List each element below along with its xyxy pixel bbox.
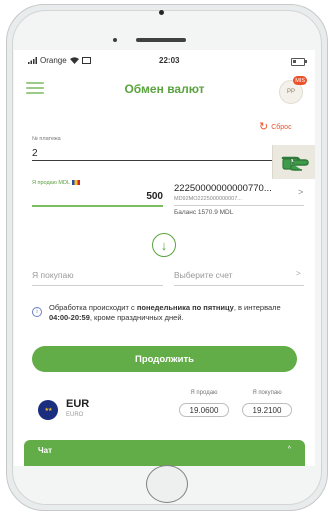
chat-panel-toggle[interactable]: Чат ^ [24,440,305,466]
carrier-name: Orange [40,56,67,65]
sell-currency-label: Я продаю MDL [32,180,81,186]
account-balance: Баланс 1570.9 MDL [174,209,234,216]
currency-code: EUR [66,398,90,410]
earpiece-speaker [136,38,186,42]
pointing-hand-icon [281,156,309,171]
pointing-hand-button[interactable] [272,145,315,179]
reset-label: Сброс [271,124,292,131]
source-account-number[interactable]: 22250000000000770... [174,183,294,194]
source-account-underline [174,205,304,206]
chevron-up-icon: ^ [287,446,291,453]
app-header: Обмен валют PP MIS [14,72,315,106]
continue-button[interactable]: Продолжить [32,346,297,372]
processing-info-text: Обработка происходит с понедельника по п… [49,303,281,322]
battery-level [293,60,296,63]
home-button[interactable] [146,465,188,503]
avatar-initials: PP [286,89,295,95]
chat-label: Чат [38,446,52,455]
refresh-icon: ↻ [259,121,269,133]
chevron-right-icon[interactable]: > [298,187,303,197]
currency-name: EURO [66,412,84,418]
swap-button[interactable]: ↓ [152,233,176,257]
sell-amount-input[interactable]: 500 [119,191,163,202]
page-title: Обмен валют [124,82,205,96]
status-time: 22:03 [159,56,180,65]
wifi-icon [69,57,79,64]
status-left: Orange [28,56,91,65]
avatar[interactable]: PP MIS [279,76,307,104]
app-screen: Orange 22:03 Обмен валют PP MIS ↻ Сброс … [14,50,315,466]
arrow-down-icon: ↓ [160,237,168,253]
battery-icon [291,58,307,66]
source-account-iban: MD92MO2225000000007... [174,196,242,202]
buy-rate-value: 19.2100 [242,403,292,417]
buy-currency-underline [32,285,163,286]
screen-record-icon [81,57,91,64]
front-camera [159,10,164,15]
proximity-sensor [113,38,117,42]
payment-number-input[interactable]: 2 [32,148,38,159]
buy-rate-header: Я покупаю [252,390,282,396]
sell-rate-header: Я продаю [190,390,218,396]
signal-icon [28,57,37,64]
status-bar: Orange 22:03 [14,50,315,72]
info-icon: i [32,307,42,317]
reset-button[interactable]: ↻ Сброс [259,122,292,133]
payment-number-label: № платежа [32,136,61,142]
sell-amount-underline [32,205,163,207]
notification-badge: MIS [293,76,307,85]
eu-flag-icon: ★★ [38,400,58,420]
sell-rate-value: 19.0600 [179,403,229,417]
target-account-select[interactable]: Выберите счет [174,270,233,280]
target-account-underline [174,285,304,286]
payment-number-underline [32,160,282,161]
chevron-right-icon[interactable]: > [296,269,301,278]
buy-currency-select[interactable]: Я покупаю [32,270,74,280]
moldova-flag-icon [72,180,81,186]
